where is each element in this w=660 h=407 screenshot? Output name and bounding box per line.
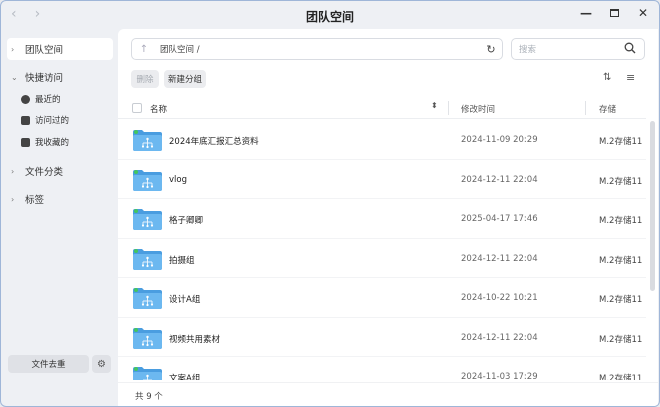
file-list: 2024年底汇报汇总资料 2024-11-09 20:29 M.2存储11 vlog 2… <box>118 120 646 380</box>
modified-time: 2024-11-03 17:29 <box>461 372 538 380</box>
storage-location: M.2存储11 <box>599 374 643 380</box>
sidebar-item-tags[interactable]: › 标签 <box>7 188 113 210</box>
table-row[interactable]: 视频共用素材 2024-12-11 22:04 M.2存储11 <box>118 318 646 357</box>
gear-icon[interactable]: ⚙ <box>92 355 111 373</box>
status-bar: 共 9 个 <box>118 382 658 406</box>
modified-time: 2024-11-09 20:29 <box>461 135 538 145</box>
folder-icon <box>132 207 163 231</box>
sidebar-item-categories[interactable]: › 文件分类 <box>7 160 113 182</box>
search-input[interactable]: 搜索 <box>511 38 645 60</box>
new-group-button[interactable]: 新建分组 <box>164 70 206 88</box>
column-header-store[interactable]: 存储 <box>599 103 616 115</box>
modified-time: 2025-04-17 17:46 <box>461 214 538 224</box>
table-row[interactable]: 拍摄组 2024-12-11 22:04 M.2存储11 <box>118 239 646 278</box>
table-row[interactable]: 设计A组 2024-10-22 10:21 M.2存储11 <box>118 278 646 318</box>
window-title: 团队空间 <box>305 10 354 24</box>
storage-location: M.2存储11 <box>599 255 643 266</box>
close-icon[interactable]: ✕ <box>637 7 649 19</box>
modified-time: 2024-10-22 10:21 <box>461 293 538 303</box>
storage-location: M.2存储11 <box>599 137 643 147</box>
up-arrow-icon[interactable]: ↑ <box>132 44 156 55</box>
folder-icon <box>132 365 163 380</box>
file-name: 文案A组 <box>169 374 201 380</box>
table-row[interactable]: 2024年底汇报汇总资料 2024-11-09 20:29 M.2存储11 <box>118 120 646 160</box>
table-row[interactable]: vlog 2024-12-11 22:04 M.2存储11 <box>118 160 646 199</box>
sidebar-item-label: 团队空间 <box>25 45 64 56</box>
sidebar-item-label: 最近的 <box>35 95 61 105</box>
title-bar: ‹ › 团队空间 — ✕ <box>1 1 659 29</box>
select-all-checkbox[interactable] <box>132 103 142 113</box>
folder-icon <box>132 168 163 192</box>
sort-arrows-icon[interactable]: ⬍ <box>431 101 438 110</box>
column-divider[interactable] <box>448 101 449 115</box>
sidebar-item-recent[interactable]: 最近的 <box>21 89 111 109</box>
file-manager-window: ‹ › 团队空间 — ✕ › 团队空间 ⌄ 快捷访问 最近的 访问过的 我收藏的 <box>0 0 660 407</box>
sidebar-item-label: 文件分类 <box>25 167 64 178</box>
modified-time: 2024-12-11 22:04 <box>461 332 538 343</box>
address-bar[interactable]: ↑ 团队空间 / ↻ <box>131 38 503 60</box>
file-name: 视频共用素材 <box>169 334 221 345</box>
folder-icon <box>132 247 163 271</box>
clock-icon <box>21 94 30 104</box>
minimize-icon[interactable]: — <box>580 7 592 19</box>
folder-icon <box>132 128 163 152</box>
file-name: vlog <box>169 174 187 185</box>
table-header: 名称 ⬍ 修改时间 存储 <box>118 97 646 119</box>
column-header-name[interactable]: 名称 <box>150 103 167 115</box>
sidebar-item-quick-access[interactable]: ⌄ 快捷访问 <box>7 66 113 88</box>
storage-location: M.2存储11 <box>599 216 643 226</box>
column-header-time[interactable]: 修改时间 <box>461 103 495 115</box>
sidebar-item-team-space[interactable]: › 团队空间 <box>7 38 113 60</box>
modified-time: 2024-12-11 22:04 <box>461 253 538 264</box>
storage-location: M.2存储11 <box>599 176 643 187</box>
chevron-right-icon: › <box>11 194 15 204</box>
sort-icon[interactable]: ⇅ <box>603 72 611 83</box>
file-name: 拍摄组 <box>169 255 195 266</box>
storage-location: M.2存储11 <box>599 334 643 345</box>
file-name: 格子卿卿 <box>169 216 204 226</box>
file-name: 2024年底汇报汇总资料 <box>169 137 259 147</box>
chevron-down-icon: ⌄ <box>11 72 18 82</box>
sidebar-item-label: 访问过的 <box>35 116 70 126</box>
item-count: 共 9 个 <box>135 392 163 402</box>
list-view-icon[interactable]: ≡ <box>626 71 635 84</box>
history-icon <box>21 115 30 125</box>
breadcrumb[interactable]: 团队空间 / <box>160 43 480 55</box>
window-controls: — ✕ <box>580 7 649 19</box>
refresh-icon[interactable]: ↻ <box>480 43 502 56</box>
sidebar-item-favorites[interactable]: 我收藏的 <box>21 132 111 152</box>
folder-icon <box>132 326 163 350</box>
scrollbar[interactable] <box>650 121 655 291</box>
search-placeholder: 搜索 <box>519 45 537 55</box>
file-name: 设计A组 <box>169 295 201 305</box>
folder-icon <box>132 286 163 310</box>
sidebar-item-visited[interactable]: 访问过的 <box>21 110 111 130</box>
storage-location: M.2存储11 <box>599 295 643 305</box>
table-row[interactable]: 文案A组 2024-11-03 17:29 M.2存储11 <box>118 357 646 380</box>
dedupe-button[interactable]: 文件去重 <box>8 355 89 373</box>
table-row[interactable]: 格子卿卿 2025-04-17 17:46 M.2存储11 <box>118 199 646 239</box>
search-icon[interactable] <box>624 42 644 57</box>
sidebar-item-label: 快捷访问 <box>25 73 64 84</box>
main-panel: ↑ 团队空间 / ↻ 搜索 删除 新建分组 ⇅ ≡ 名称 ⬍ 修改时间 存储 2… <box>118 29 658 406</box>
sidebar: › 团队空间 ⌄ 快捷访问 最近的 访问过的 我收藏的 › 文件分类 › 标签 <box>1 29 117 406</box>
sidebar-item-label: 我收藏的 <box>35 138 70 148</box>
modified-time: 2024-12-11 22:04 <box>461 174 538 185</box>
column-divider[interactable] <box>585 101 586 115</box>
maximize-icon[interactable] <box>610 9 619 17</box>
chevron-right-icon: › <box>11 166 15 176</box>
sidebar-item-label: 标签 <box>25 195 45 206</box>
star-icon <box>21 137 30 147</box>
delete-button[interactable]: 删除 <box>131 70 159 88</box>
chevron-right-icon: › <box>11 44 15 54</box>
